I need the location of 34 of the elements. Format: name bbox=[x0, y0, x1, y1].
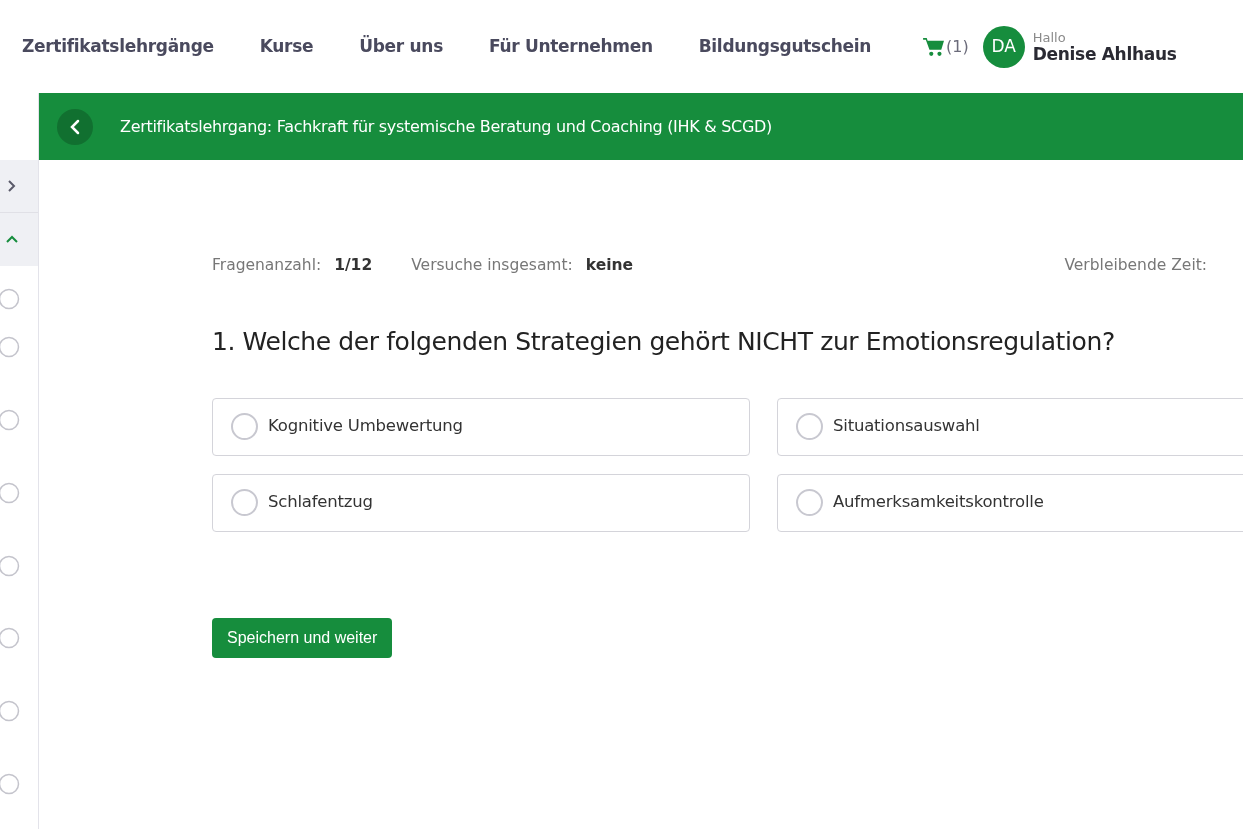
option-label: Situationsauswahl bbox=[833, 415, 980, 438]
question-text: 1. Welche der folgenden Strategien gehört NICHT zur Emotionsregulation? bbox=[212, 326, 1116, 359]
user-avatar[interactable]: DA bbox=[982, 25, 1025, 68]
radio-icon bbox=[231, 489, 258, 517]
cart-count[interactable]: (1) bbox=[946, 34, 969, 59]
chevron-left-icon bbox=[70, 118, 80, 135]
answer-option[interactable]: Situationsauswahl bbox=[777, 397, 1243, 456]
user-name[interactable]: Denise Ahlhaus bbox=[1032, 45, 1177, 63]
remaining-time-label: Verbleibende Zeit: bbox=[1064, 255, 1207, 276]
answer-option[interactable]: Schlafentzug bbox=[212, 473, 750, 532]
sidebar-toggle-row[interactable] bbox=[0, 160, 38, 213]
nav-link[interactable]: Für Unternehmen bbox=[489, 33, 653, 60]
nav-link[interactable]: Zertifikatslehrgänge bbox=[22, 33, 214, 60]
question-count-label: Fragenanzahl: bbox=[212, 255, 322, 276]
nav-link[interactable]: Über uns bbox=[359, 33, 443, 60]
back-button[interactable] bbox=[57, 108, 93, 145]
radio-icon bbox=[796, 489, 823, 517]
nav-link[interactable]: Bildungsgutschein bbox=[698, 33, 872, 60]
question-count-value: 1/12 bbox=[334, 255, 373, 276]
option-label: Aufmerksamkeitskontrolle bbox=[833, 491, 1044, 514]
save-and-continue-button[interactable]: Speichern und weiter bbox=[212, 617, 393, 658]
nav-link[interactable]: Kurse bbox=[259, 33, 314, 60]
radio-icon bbox=[231, 413, 258, 441]
attempts-value: keine bbox=[585, 255, 634, 276]
option-label: Schlafentzug bbox=[268, 491, 373, 514]
greeting-text: Hallo bbox=[1032, 28, 1067, 46]
course-title: Zertifikatslehrgang: Fachkraft für systemische Beratung und Coaching (IHK & SCGD) bbox=[120, 115, 772, 138]
answer-option[interactable]: Aufmerksamkeitskontrolle bbox=[777, 473, 1243, 532]
radio-icon bbox=[796, 413, 823, 441]
option-label: Kognitive Umbewertung bbox=[268, 415, 463, 438]
section-header-row[interactable] bbox=[0, 213, 38, 266]
attempts-label: Versuche insgesamt: bbox=[411, 255, 573, 276]
answer-option[interactable]: Kognitive Umbewertung bbox=[212, 397, 750, 456]
cart-icon[interactable] bbox=[923, 36, 946, 57]
